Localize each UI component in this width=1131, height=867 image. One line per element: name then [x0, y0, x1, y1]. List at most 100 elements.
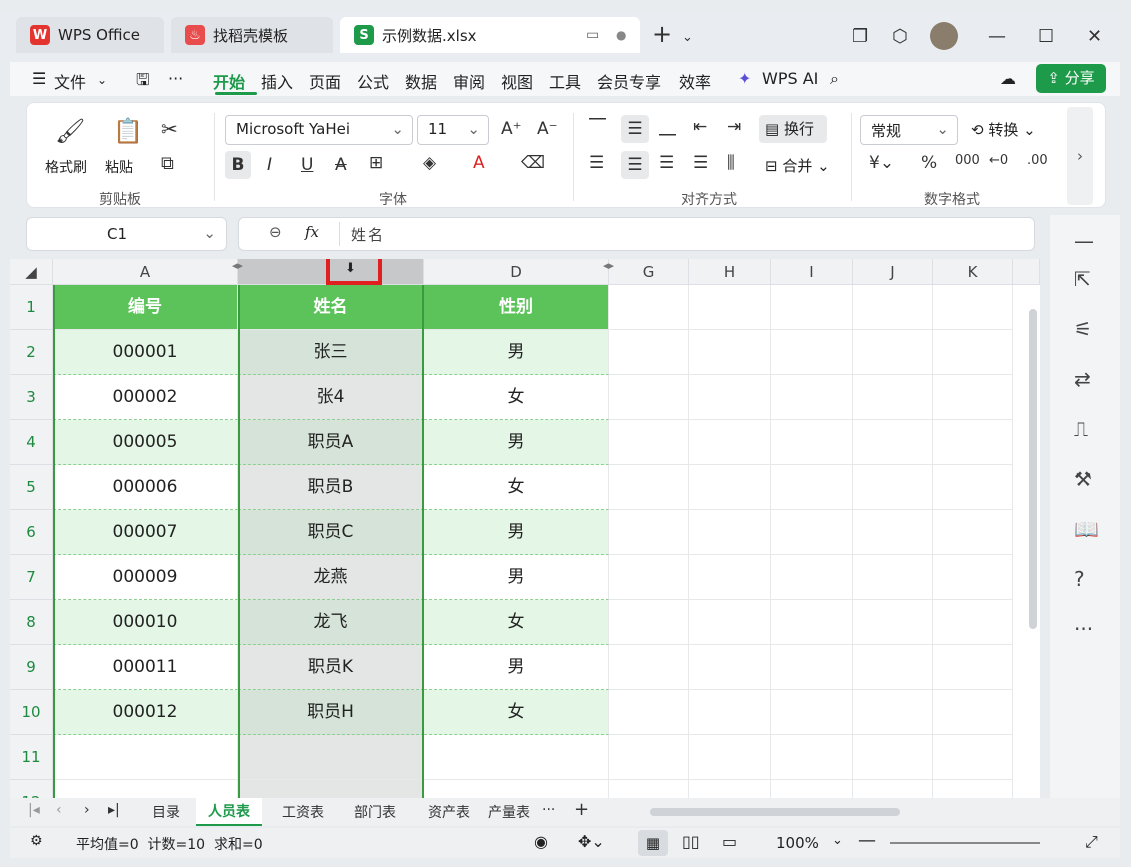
sheet-tab-output[interactable]: 产量表	[488, 802, 530, 822]
font-name-select[interactable]: Microsoft YaHei ⌄	[225, 115, 413, 145]
percent-icon[interactable]: %	[921, 153, 937, 173]
table-cell[interactable]: 职员C	[238, 510, 424, 555]
empty-cell[interactable]	[424, 735, 609, 780]
empty-cell[interactable]	[689, 465, 771, 510]
row-header[interactable]: 7	[10, 555, 53, 600]
empty-cell[interactable]	[609, 780, 689, 799]
empty-cell[interactable]	[853, 780, 933, 799]
empty-cell[interactable]	[933, 420, 1013, 465]
decimal-increase-icon[interactable]: ←0	[989, 153, 1008, 168]
avatar[interactable]	[930, 22, 958, 50]
empty-cell[interactable]	[933, 690, 1013, 735]
table-cell[interactable]: 女	[424, 375, 609, 420]
merge-button[interactable]: ⊟ 合并 ⌄	[765, 155, 830, 176]
table-header-cell[interactable]: 姓名	[238, 285, 424, 330]
unhide-column-icon[interactable]: ◂▸	[603, 259, 614, 272]
menu-home[interactable]: 开始	[213, 69, 245, 93]
empty-cell[interactable]	[933, 735, 1013, 780]
format-painter-button[interactable]: 格式刷	[45, 157, 87, 177]
tools-icon[interactable]: ⚒	[1074, 467, 1092, 491]
fill-color-icon[interactable]: ◈	[423, 153, 436, 173]
navigation-icon[interactable]: ✥⌄	[578, 832, 605, 851]
empty-cell[interactable]	[771, 375, 853, 420]
empty-cell[interactable]	[238, 735, 424, 780]
row-header[interactable]: 5	[10, 465, 53, 510]
font-size-select[interactable]: 11 ⌄	[417, 115, 489, 145]
distribute-icon[interactable]: ⫼	[727, 153, 735, 173]
empty-cell[interactable]	[933, 780, 1013, 799]
table-cell[interactable]: 000007	[53, 510, 238, 555]
cube-icon[interactable]: ⬡	[892, 26, 908, 47]
table-header-cell[interactable]: 性别	[424, 285, 609, 330]
table-cell[interactable]: 张4	[238, 375, 424, 420]
table-cell[interactable]: 000009	[53, 555, 238, 600]
sheet-tab-department[interactable]: 部门表	[354, 802, 396, 822]
empty-cell[interactable]	[771, 330, 853, 375]
menu-review[interactable]: 审阅	[453, 69, 485, 93]
empty-cell[interactable]	[853, 330, 933, 375]
thousands-icon[interactable]: 000	[955, 153, 980, 168]
tab-wps-office[interactable]: W WPS Office	[16, 17, 164, 53]
empty-cell[interactable]	[609, 375, 689, 420]
formula-bar[interactable]: ⊖ fx 姓名	[238, 217, 1035, 251]
prev-sheet-icon[interactable]: ‹	[56, 802, 62, 818]
sheet-tab-assets[interactable]: 资产表	[428, 802, 470, 822]
normal-view-icon[interactable]: ▦	[638, 830, 668, 856]
eye-icon[interactable]: ◉	[534, 832, 548, 851]
menu-efficiency[interactable]: 效率	[679, 69, 711, 93]
menu-data[interactable]: 数据	[405, 69, 437, 93]
zoom-out-icon[interactable]: —	[858, 830, 876, 851]
hamburger-icon[interactable]: ☰	[32, 69, 46, 88]
empty-cell[interactable]	[771, 690, 853, 735]
menu-wps-ai[interactable]: WPS AI	[762, 69, 818, 88]
row-header[interactable]: 3	[10, 375, 53, 420]
transfer-icon[interactable]: ⇄	[1074, 367, 1091, 391]
empty-cell[interactable]	[771, 600, 853, 645]
empty-cell[interactable]	[771, 510, 853, 555]
sheet-tab-salary[interactable]: 工资表	[282, 802, 324, 822]
empty-cell[interactable]	[689, 645, 771, 690]
empty-cell[interactable]	[933, 330, 1013, 375]
empty-cell[interactable]	[53, 735, 238, 780]
table-cell[interactable]: 女	[424, 600, 609, 645]
strikethrough-icon[interactable]: A	[335, 155, 347, 175]
last-sheet-icon[interactable]: ▸|	[108, 802, 120, 818]
row-header[interactable]: 1	[10, 285, 53, 330]
empty-cell[interactable]	[424, 780, 609, 799]
page-break-icon[interactable]: ▭	[722, 832, 737, 851]
border-icon[interactable]: ⊞	[369, 153, 383, 173]
empty-cell[interactable]	[933, 465, 1013, 510]
empty-cell[interactable]	[53, 780, 238, 799]
settings-sliders-icon[interactable]: ⚟	[1074, 317, 1092, 341]
unhide-column-icon[interactable]: ◂▸	[232, 259, 243, 272]
minimize-icon[interactable]: —	[988, 26, 1006, 47]
table-cell[interactable]: 女	[424, 465, 609, 510]
row-header[interactable]: 9	[10, 645, 53, 690]
table-cell[interactable]: 000005	[53, 420, 238, 465]
table-cell[interactable]: 000012	[53, 690, 238, 735]
empty-cell[interactable]	[933, 600, 1013, 645]
table-cell[interactable]: 职员K	[238, 645, 424, 690]
column-header-k[interactable]: K	[933, 259, 1013, 285]
empty-cell[interactable]	[609, 555, 689, 600]
collapse-icon[interactable]: —	[1074, 229, 1094, 253]
indent-decrease-icon[interactable]: ⇤	[693, 117, 707, 137]
align-right-icon[interactable]: ☰	[659, 153, 674, 173]
macro-icon[interactable]: ⚙	[30, 833, 43, 849]
table-cell[interactable]: 000011	[53, 645, 238, 690]
cursor-icon[interactable]: ⇱	[1074, 267, 1091, 291]
row-header[interactable]: 10	[10, 690, 53, 735]
empty-cell[interactable]	[853, 285, 933, 330]
sheet-tab-catalog[interactable]: 目录	[152, 802, 180, 822]
menu-file[interactable]: 文件	[54, 69, 86, 93]
table-cell[interactable]: 000001	[53, 330, 238, 375]
cut-icon[interactable]: ✂	[161, 117, 178, 141]
more-sheets-icon[interactable]: ···	[542, 802, 555, 818]
increase-font-icon[interactable]: A⁺	[501, 119, 522, 139]
table-cell[interactable]: 男	[424, 555, 609, 600]
empty-cell[interactable]	[609, 330, 689, 375]
book-search-icon[interactable]: 📖	[1074, 517, 1099, 541]
empty-cell[interactable]	[853, 645, 933, 690]
empty-cell[interactable]	[609, 735, 689, 780]
menu-insert[interactable]: 插入	[261, 69, 293, 93]
